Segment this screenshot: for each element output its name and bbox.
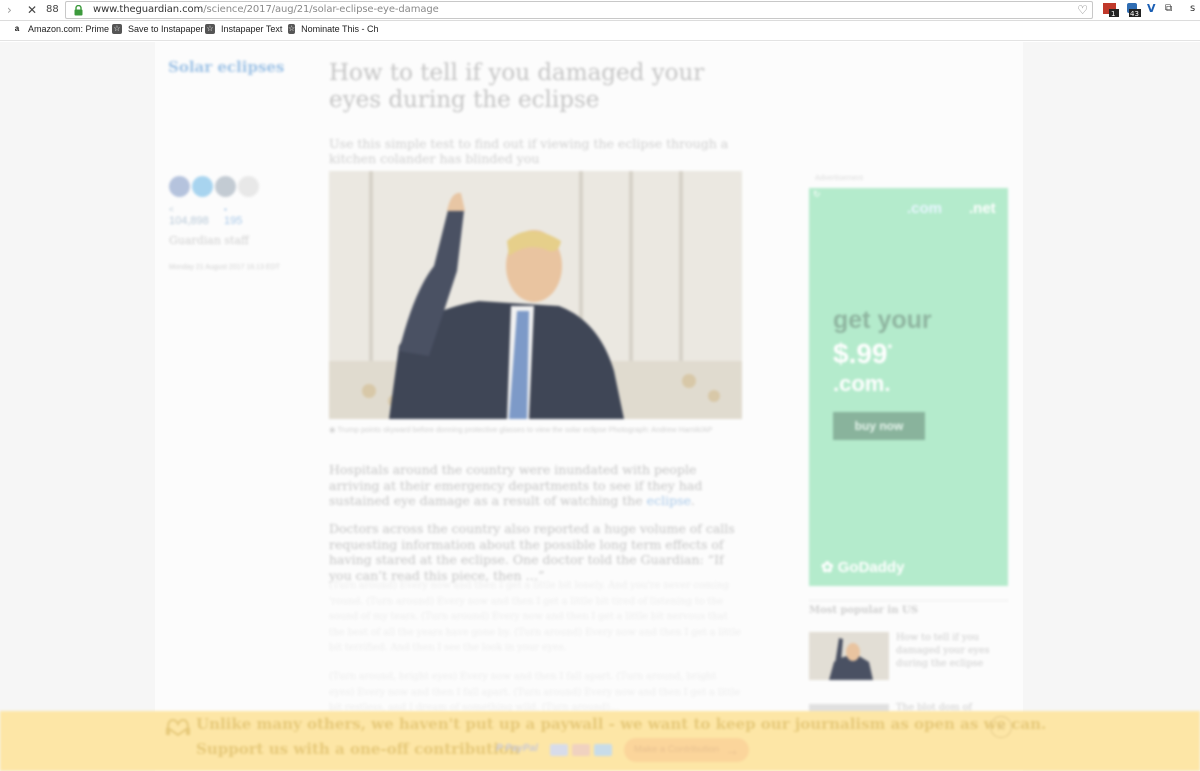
amex-icon <box>594 744 612 756</box>
ad-label: Advertisement <box>815 173 863 182</box>
address-bar[interactable]: www.theguardian.com/science/2017/aug/21/… <box>65 1 1093 19</box>
more-share-icon[interactable] <box>238 176 259 197</box>
banner-support-text: Support us with a one-off contribution <box>196 740 520 758</box>
heart-hands-icon <box>166 718 190 736</box>
star-icon: ☆ <box>112 24 122 34</box>
v-extension-icon[interactable]: V <box>1147 2 1156 16</box>
article-photo[interactable] <box>329 171 742 419</box>
paypal-logo: P PayPal <box>496 743 538 754</box>
godaddy-logo: ✿ GoDaddy <box>821 559 905 576</box>
url-text: www.theguardian.com/science/2017/aug/21/… <box>93 4 439 15</box>
page-content: Solar eclipses How to tell if you damage… <box>0 42 1200 771</box>
byline[interactable]: Guardian staff <box>169 234 249 247</box>
ad-price: $.99* <box>833 338 893 369</box>
pdf-extension-icon[interactable]: 1 <box>1103 3 1119 18</box>
ad-headline: get your <box>833 306 932 334</box>
refresh-icon: ↻ <box>813 190 821 200</box>
star-icon: ☆ <box>288 24 296 34</box>
comment-count-icon: ▪ <box>224 205 227 214</box>
share-buttons <box>169 176 259 197</box>
svg-text:43: 43 <box>1130 10 1139 17</box>
translate-extension-icon[interactable]: ⧉ <box>1165 3 1172 17</box>
bookmark-save-instapaper[interactable]: ☆ Save to Instapaper <box>112 24 204 34</box>
speed-dial-icon[interactable]: 88 <box>46 4 59 15</box>
paragraph-1: Hospitals around the country were inunda… <box>329 462 703 508</box>
ad-tld: .com. <box>833 371 891 396</box>
paragraph-4: (Turn around, bright eyes) Every now and… <box>329 671 741 713</box>
paypal-icon: P <box>496 743 506 754</box>
close-icon[interactable]: ✕ <box>990 716 1012 738</box>
standfirst: Use this simple test to find out if view… <box>329 136 729 166</box>
email-icon[interactable] <box>215 176 236 197</box>
heart-icon[interactable]: ♡ <box>1077 3 1088 17</box>
twitter-icon[interactable] <box>192 176 213 197</box>
browser-toolbar: › ✕ 88 www.theguardian.com/science/2017/… <box>0 0 1200 21</box>
forward-icon[interactable]: › <box>7 3 12 17</box>
paragraph-3: (Turn around) Every now and then I get a… <box>329 580 741 653</box>
star-icon: ☆ <box>205 24 215 34</box>
comment-count[interactable]: 195 <box>224 215 242 227</box>
share-count: 104,898 <box>169 215 209 227</box>
mastercard-icon <box>572 744 590 756</box>
share-count-icon: < <box>169 205 174 214</box>
ad-net-text: .net <box>969 200 996 217</box>
svg-text:1: 1 <box>1111 10 1115 17</box>
facebook-icon[interactable] <box>169 176 190 197</box>
most-popular-item[interactable]: How to tell if you damaged your eyes dur… <box>896 631 1006 670</box>
camera-icon: ◉ <box>329 425 338 434</box>
amazon-icon: a <box>12 24 22 34</box>
ad-buy-now-button[interactable]: buy now <box>833 412 925 440</box>
section-link[interactable]: Solar eclipses <box>168 58 284 76</box>
most-popular-title: Most popular in US <box>809 605 918 616</box>
godaddy-icon: ✿ <box>821 559 838 576</box>
contribution-banner: Unlike many others, we haven't put up a … <box>0 711 1200 771</box>
paragraph-2: Doctors across the country also reported… <box>329 521 735 583</box>
blocker-extension-icon[interactable]: 43 <box>1125 3 1141 18</box>
stop-icon[interactable]: ✕ <box>27 3 37 17</box>
most-popular-rule <box>809 600 1008 601</box>
banner-message: Unlike many others, we haven't put up a … <box>196 715 1047 733</box>
advertisement[interactable]: ↻ .com .net get your $.99* .com. buy now… <box>809 188 1008 586</box>
publish-date: Monday 21 August 2017 16.13 EDT <box>169 264 280 271</box>
bookmark-nominate-this[interactable]: ☆ Nominate This - Chi <box>288 24 378 34</box>
eclipse-link[interactable]: eclipse <box>647 493 691 508</box>
ad-com-text: .com <box>907 200 943 217</box>
bookmarks-bar: a Amazon.com: Prime ☆ Save to Instapaper ☆… <box>0 21 1200 41</box>
make-contribution-button[interactable]: Make a Contribution → <box>624 738 749 762</box>
more-extension-icon[interactable]: s <box>1190 3 1195 17</box>
most-popular-thumb[interactable] <box>809 632 889 680</box>
photo-caption: ◉ Trump points skyward before donning pr… <box>329 425 713 434</box>
lock-icon <box>74 5 83 16</box>
visa-icon <box>550 744 568 756</box>
arrow-right-icon: → <box>725 742 739 758</box>
headline: How to tell if you damaged your eyes dur… <box>329 60 705 113</box>
bookmark-instapaper-text[interactable]: ☆ Instapaper Text <box>205 24 282 34</box>
bookmark-amazon[interactable]: a Amazon.com: Prime <box>12 24 109 34</box>
